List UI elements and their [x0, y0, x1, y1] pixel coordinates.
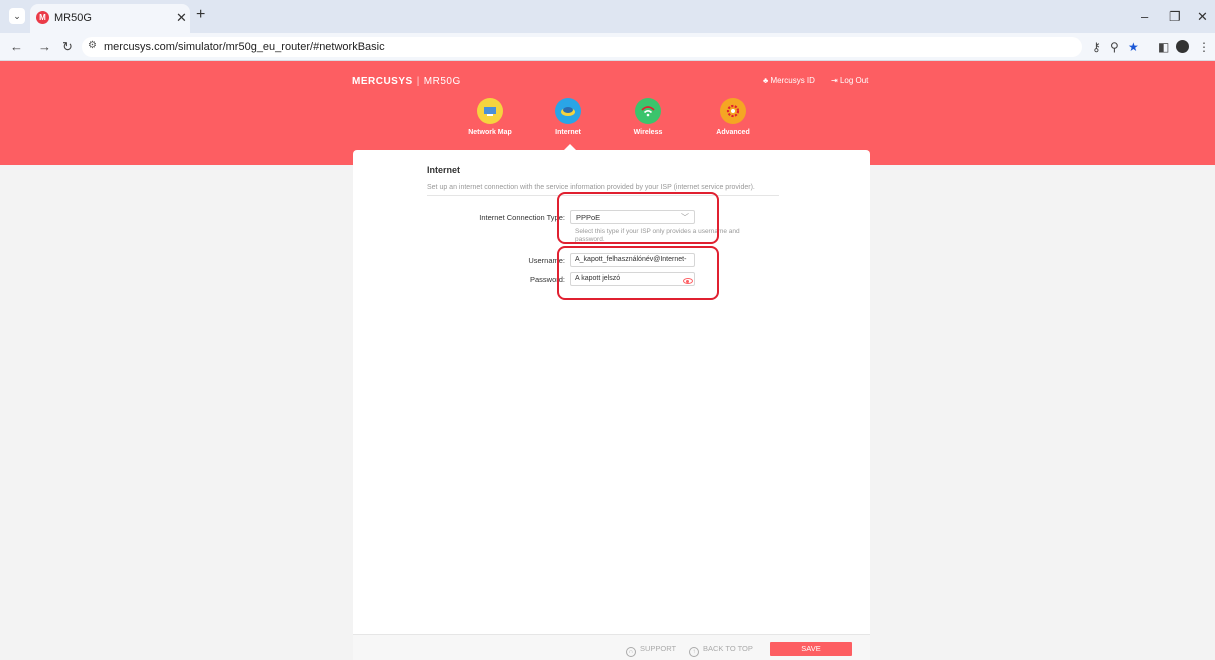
tab-close-icon[interactable]: ✕ — [176, 10, 187, 26]
user-icon: ♣ — [763, 76, 769, 85]
zoom-icon[interactable]: ⚲ — [1110, 40, 1119, 54]
menu-dots-icon[interactable]: ⋮ — [1198, 40, 1210, 54]
section-title: Internet — [427, 165, 461, 175]
nav-network-map[interactable]: Network Map — [450, 98, 530, 136]
side-panel-icon[interactable]: ◧ — [1158, 40, 1169, 54]
model-name: MR50G — [423, 76, 461, 87]
new-tab-icon[interactable]: + — [196, 6, 205, 24]
nav-internet[interactable]: Internet — [528, 98, 608, 136]
nav-label: Network Map — [468, 129, 512, 136]
highlight-annotation — [557, 246, 719, 300]
nav-wireless[interactable]: Wireless — [608, 98, 688, 136]
connection-type-label: Internet Connection Type: — [479, 213, 565, 222]
browser-tab[interactable]: M MR50G ✕ — [30, 4, 190, 33]
key-icon[interactable]: ⚷ — [1092, 40, 1101, 54]
highlight-annotation — [557, 192, 719, 244]
nav-label: Advanced — [716, 129, 750, 136]
minimize-icon[interactable]: – — [1141, 9, 1148, 24]
url-field[interactable]: ⚙ mercusys.com/simulator/mr50g_eu_router… — [82, 37, 1082, 57]
profile-avatar[interactable] — [1176, 40, 1189, 53]
mercusys-favicon-icon: M — [36, 11, 49, 24]
reload-icon[interactable]: ↻ — [62, 39, 73, 55]
back-icon[interactable]: ← — [10, 39, 23, 54]
globe-icon — [555, 98, 581, 124]
logout-label: Log Out — [839, 76, 869, 85]
tab-search-chevron-icon[interactable]: ⌄ — [9, 8, 25, 24]
logout-icon: ⇥ — [831, 76, 838, 85]
forward-icon[interactable]: → — [38, 39, 51, 54]
nav-label: Wireless — [633, 129, 663, 136]
brand-separator: | — [416, 76, 420, 87]
brand-logo: MERCUSYS | MR50G — [352, 76, 461, 87]
internet-settings-panel: Internet Set up an internet connection w… — [353, 150, 870, 660]
gear-icon — [720, 98, 746, 124]
section-description: Set up an internet connection with the s… — [427, 184, 755, 191]
mercusys-id-link[interactable]: ♣ Mercusys ID — [763, 76, 815, 85]
back-to-top-link[interactable]: ↑ BACK TO TOP — [689, 644, 753, 657]
nav-label: Internet — [555, 129, 581, 136]
support-link[interactable]: ∩ SUPPORT — [626, 644, 676, 657]
close-window-icon[interactable]: ✕ — [1197, 9, 1208, 25]
logout-link[interactable]: ⇥ Log Out — [831, 76, 868, 85]
back-to-top-label: BACK TO TOP — [703, 644, 753, 653]
site-settings-icon[interactable]: ⚙ — [88, 40, 97, 51]
network-map-icon — [477, 98, 503, 124]
bookmark-star-icon[interactable]: ★ — [1128, 40, 1139, 54]
restore-icon[interactable]: ❐ — [1169, 9, 1181, 25]
nav-advanced[interactable]: Advanced — [693, 98, 773, 136]
headset-icon: ∩ — [626, 647, 636, 657]
mercusys-id-label: Mercusys ID — [770, 76, 815, 85]
support-label: SUPPORT — [640, 644, 677, 653]
wifi-icon — [635, 98, 661, 124]
arrow-up-icon: ↑ — [689, 647, 699, 657]
brand-name: MERCUSYS — [352, 76, 413, 87]
footer-bar: ∩ SUPPORT ↑ BACK TO TOP SAVE — [353, 634, 870, 660]
tab-title: MR50G — [54, 12, 92, 24]
save-button[interactable]: SAVE — [770, 642, 852, 656]
address-bar: ← → ↻ ⚙ mercusys.com/simulator/mr50g_eu_… — [0, 33, 1215, 61]
active-tab-indicator — [564, 144, 576, 150]
browser-tab-bar: ⌄ M MR50G ✕ + – ❐ ✕ — [0, 0, 1215, 33]
url-text: mercusys.com/simulator/mr50g_eu_router/#… — [104, 41, 385, 53]
